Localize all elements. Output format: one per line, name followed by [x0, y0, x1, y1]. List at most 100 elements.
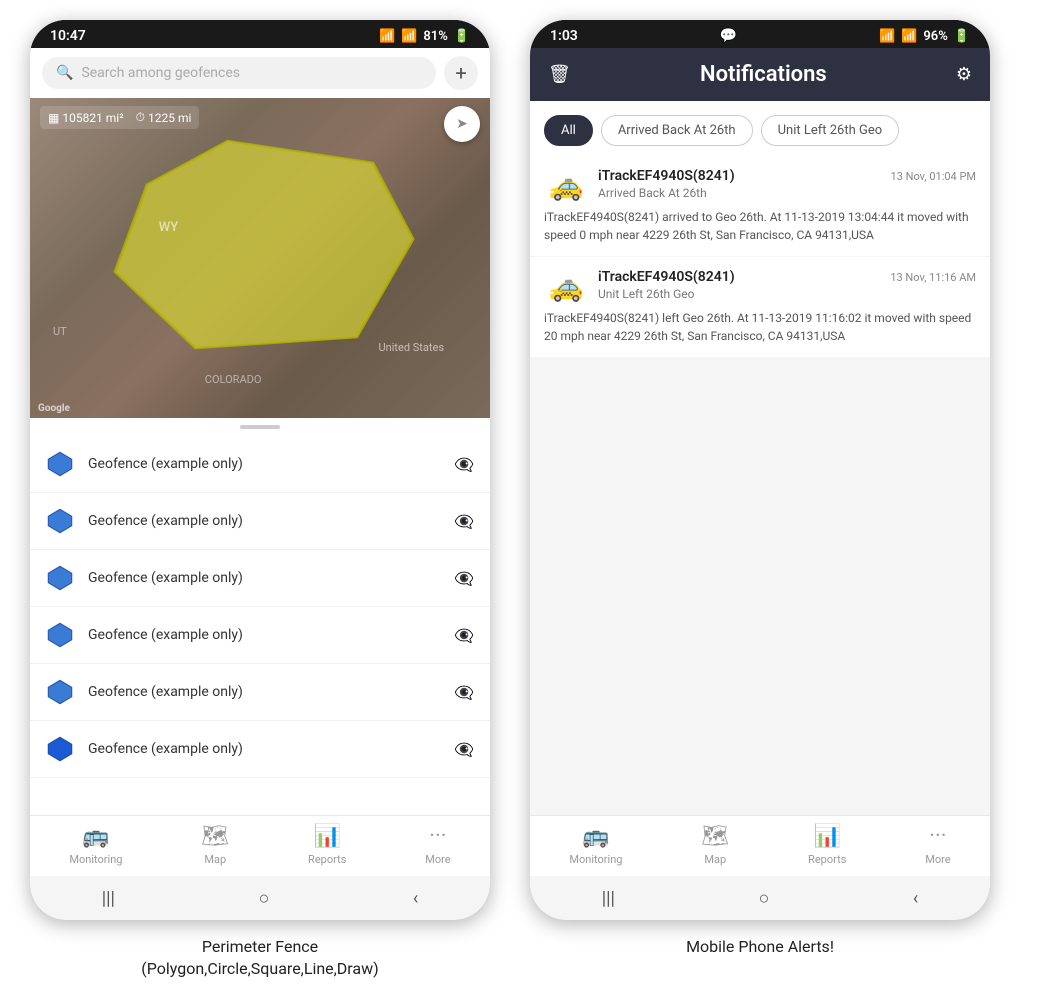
list-item[interactable]: Geofence (example only) 👁‍🗨 [30, 436, 490, 493]
search-icon: 🔍 [56, 65, 73, 81]
scroll-indicator [30, 418, 490, 436]
map-icon: 🗺 [201, 824, 229, 849]
signal-icon-right: 📶 [901, 29, 917, 44]
hide-geofence-icon-1[interactable]: 👁‍🗨 [454, 455, 474, 474]
geofence-name-4: Geofence (example only) [88, 627, 440, 643]
settings-icon[interactable]: ⚙ [956, 64, 972, 85]
hide-geofence-icon-3[interactable]: 👁‍🗨 [454, 569, 474, 588]
geofence-name-2: Geofence (example only) [88, 513, 440, 529]
hide-geofence-icon-5[interactable]: 👁‍🗨 [454, 683, 474, 702]
scroll-bar [240, 425, 280, 429]
signal-icon: 📶 [401, 29, 417, 44]
right-nav-map[interactable]: 🗺 Map [701, 824, 729, 866]
battery-text-right: 96% [923, 29, 947, 44]
notif-card-1-title-row: iTrackEF4940S(8241) 13 Nov, 01:04 PM [598, 168, 976, 184]
home-button[interactable]: ○ [258, 888, 269, 909]
monitoring-label: Monitoring [69, 853, 122, 866]
filter-arrived[interactable]: Arrived Back At 26th [601, 115, 753, 146]
right-home-button[interactable]: ○ [758, 888, 769, 909]
filter-tabs: All Arrived Back At 26th Unit Left 26th … [530, 101, 990, 156]
back-button[interactable]: ‹ [413, 888, 418, 909]
notif-card-1-body: iTrackEF4940S(8241) arrived to Geo 26th.… [544, 208, 976, 244]
geofence-name-3: Geofence (example only) [88, 570, 440, 586]
notifications-list: 🚕 iTrackEF4940S(8241) 13 Nov, 01:04 PM A… [530, 156, 990, 815]
list-item[interactable]: Geofence (example only) 👁‍🗨 [30, 550, 490, 607]
map-stats: ▦ 105821 mi² ⏱ 1225 mi [40, 106, 199, 129]
notification-card-2[interactable]: 🚕 iTrackEF4940S(8241) 13 Nov, 11:16 AM U… [530, 257, 990, 357]
right-monitoring-label: Monitoring [569, 853, 622, 866]
list-item[interactable]: Geofence (example only) 👁‍🗨 [30, 664, 490, 721]
captions-area: Perimeter Fence(Polygon,Circle,Square,Li… [0, 920, 1054, 981]
right-nav-reports[interactable]: 📊 Reports [808, 824, 846, 866]
reports-icon: 📊 [314, 824, 341, 849]
nav-monitoring[interactable]: 🚌 Monitoring [69, 824, 122, 866]
distance-stat: ⏱ 1225 mi [136, 110, 192, 125]
nav-map[interactable]: 🗺 Map [201, 824, 229, 866]
geofence-name-5: Geofence (example only) [88, 684, 440, 700]
empty-area [530, 358, 990, 815]
hide-geofence-icon-4[interactable]: 👁‍🗨 [454, 626, 474, 645]
nav-reports[interactable]: 📊 Reports [308, 824, 346, 866]
recent-apps-button[interactable]: ||| [102, 888, 115, 909]
filter-all[interactable]: All [544, 115, 593, 146]
right-nav-monitoring[interactable]: 🚌 Monitoring [569, 824, 622, 866]
right-sys-nav: ||| ○ ‹ [530, 876, 990, 920]
right-caption-text: Mobile Phone Alerts! [686, 937, 834, 956]
left-status-icons: 📶 📶 81% 🔋 [379, 29, 470, 44]
right-recent-apps-button[interactable]: ||| [602, 888, 615, 909]
left-sys-nav: ||| ○ ‹ [30, 876, 490, 920]
notif-card-2-subtitle: Unit Left 26th Geo [598, 287, 976, 301]
map-label-wy: WY [159, 220, 178, 235]
right-bottom-nav: 🚌 Monitoring 🗺 Map 📊 Reports ··· More [530, 815, 990, 876]
left-phone: 10:47 📶 📶 81% 🔋 🔍 Search among geofences… [30, 20, 490, 920]
more-icon: ··· [429, 824, 446, 849]
add-geofence-button[interactable]: + [444, 56, 478, 90]
list-item[interactable]: Geofence (example only) 👁‍🗨 [30, 721, 490, 778]
right-map-label: Map [704, 853, 726, 866]
car-image-2: 🚕 [544, 269, 588, 303]
list-item[interactable]: Geofence (example only) 👁‍🗨 [30, 493, 490, 550]
left-bottom-nav: 🚌 Monitoring 🗺 Map 📊 Reports ··· More [30, 815, 490, 876]
right-more-icon: ··· [929, 824, 946, 849]
notification-card-1[interactable]: 🚕 iTrackEF4940S(8241) 13 Nov, 01:04 PM A… [530, 156, 990, 256]
hide-geofence-icon-6[interactable]: 👁‍🗨 [454, 740, 474, 759]
search-bar: 🔍 Search among geofences + [30, 48, 490, 98]
notifications-title: Notifications [571, 62, 956, 87]
right-phone: 1:03 💬 📶 📶 96% 🔋 🗑 Notifications ⚙ All A… [530, 20, 990, 920]
right-back-button[interactable]: ‹ [913, 888, 918, 909]
right-caption: Mobile Phone Alerts! [530, 930, 990, 981]
filter-unit-left[interactable]: Unit Left 26th Geo [761, 115, 900, 146]
trash-icon[interactable]: 🗑 [548, 64, 571, 85]
distance-value: 1225 mi [148, 111, 191, 125]
notif-card-1-title: iTrackEF4940S(8241) [598, 168, 735, 184]
right-nav-more[interactable]: ··· More [925, 824, 950, 866]
list-item[interactable]: Geofence (example only) 👁‍🗨 [30, 607, 490, 664]
map-background: ▦ 105821 mi² ⏱ 1225 mi ➤ WY United State… [30, 98, 490, 418]
battery-icon: 🔋 [454, 29, 470, 44]
notifications-header: 🗑 Notifications ⚙ [530, 48, 990, 101]
geofence-icon-4 [46, 621, 74, 649]
left-phone-content: 🔍 Search among geofences + ▦ 105821 mi² [30, 48, 490, 920]
area-value: 105821 mi² [62, 111, 123, 125]
reports-label: Reports [308, 853, 346, 866]
wifi-icon: 📶 [379, 29, 395, 44]
search-input-wrap[interactable]: 🔍 Search among geofences [42, 57, 436, 89]
geofence-icon-2 [46, 507, 74, 535]
hide-geofence-icon-2[interactable]: 👁‍🗨 [454, 512, 474, 531]
map-label-colorado: COLORADO [205, 373, 262, 386]
notif-card-2-time: 13 Nov, 11:16 AM [890, 271, 976, 284]
right-monitoring-icon: 🚌 [582, 824, 609, 849]
more-label: More [425, 853, 450, 866]
area-icon: ▦ [48, 111, 59, 125]
notif-card-1-info: iTrackEF4940S(8241) 13 Nov, 01:04 PM Arr… [598, 168, 976, 200]
nav-more[interactable]: ··· More [425, 824, 450, 866]
battery-icon-right: 🔋 [954, 29, 970, 44]
left-status-bar: 10:47 📶 📶 81% 🔋 [30, 20, 490, 48]
geofence-name-1: Geofence (example only) [88, 456, 440, 472]
notif-card-1-header: 🚕 iTrackEF4940S(8241) 13 Nov, 01:04 PM A… [544, 168, 976, 202]
compass-button[interactable]: ➤ [444, 106, 480, 142]
right-phone-content: 🗑 Notifications ⚙ All Arrived Back At 26… [530, 48, 990, 920]
notif-card-2-title: iTrackEF4940S(8241) [598, 269, 735, 285]
geofence-polygon-svg [99, 130, 421, 370]
google-logo: Google [38, 403, 70, 414]
